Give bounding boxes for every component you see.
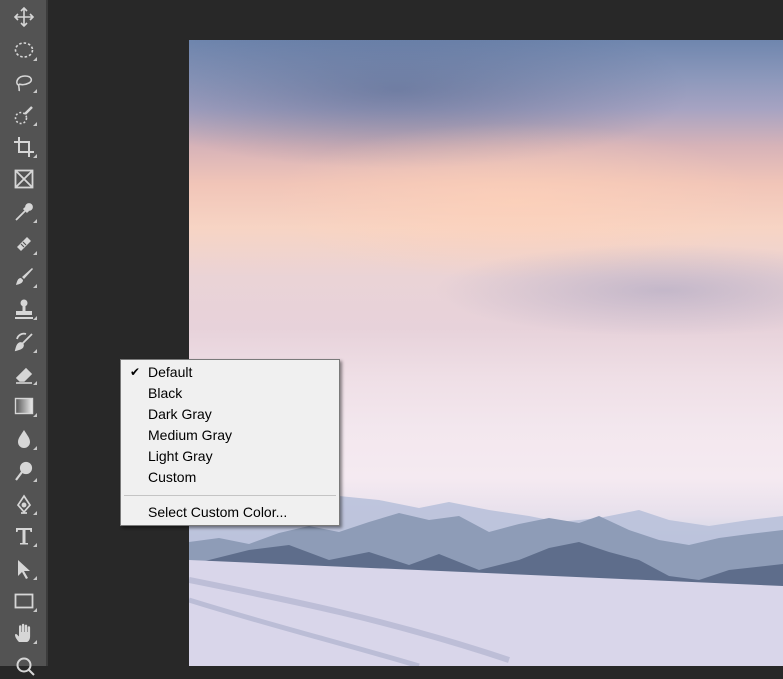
menu-item-label: Light Gray: [148, 448, 213, 464]
crop-tool-icon[interactable]: [8, 133, 40, 161]
pen-tool-icon[interactable]: [8, 490, 40, 518]
menu-item-black[interactable]: Black: [123, 383, 337, 404]
menu-item-label: Medium Gray: [148, 427, 233, 443]
brush-tool-icon[interactable]: [8, 263, 40, 291]
menu-item-custom[interactable]: Custom: [123, 467, 337, 488]
healing-brush-tool-icon[interactable]: [8, 230, 40, 258]
document-image[interactable]: [189, 40, 783, 666]
menu-item-dark-gray[interactable]: Dark Gray: [123, 404, 337, 425]
clone-stamp-tool-icon[interactable]: [8, 295, 40, 323]
path-selection-tool-icon[interactable]: [8, 555, 40, 583]
quick-selection-tool-icon[interactable]: [8, 101, 40, 129]
menu-item-default[interactable]: ✔ Default: [123, 362, 337, 383]
menu-item-medium-gray[interactable]: Medium Gray: [123, 425, 337, 446]
lasso-tool-icon[interactable]: [8, 68, 40, 96]
elliptical-marquee-tool-icon[interactable]: [8, 36, 40, 64]
landscape-image: [189, 495, 783, 666]
eyedropper-tool-icon[interactable]: [8, 198, 40, 226]
rectangle-tool-icon[interactable]: [8, 587, 40, 615]
eraser-tool-icon[interactable]: [8, 360, 40, 388]
move-tool-icon[interactable]: [8, 3, 40, 31]
frame-tool-icon[interactable]: [8, 165, 40, 193]
history-brush-tool-icon[interactable]: [8, 328, 40, 356]
menu-item-label: Dark Gray: [148, 406, 212, 422]
type-tool-icon[interactable]: [8, 522, 40, 550]
menu-item-label: Select Custom Color...: [148, 504, 288, 520]
menu-item-label: Custom: [148, 469, 197, 485]
blur-tool-icon[interactable]: [8, 425, 40, 453]
checkmark-icon: ✔: [129, 365, 141, 379]
menu-item-label: Default: [148, 364, 193, 380]
dodge-tool-icon[interactable]: [8, 457, 40, 485]
menu-item-select-custom-color[interactable]: Select Custom Color...: [123, 502, 337, 523]
hand-tool-icon[interactable]: [8, 619, 40, 647]
pasteboard-color-context-menu: ✔ Default Black Dark Gray Medium Gray Li…: [120, 359, 340, 526]
tools-panel: [0, 0, 48, 676]
gradient-tool-icon[interactable]: [8, 392, 40, 420]
menu-item-light-gray[interactable]: Light Gray: [123, 446, 337, 467]
menu-item-label: Black: [148, 385, 183, 401]
menu-separator: [124, 495, 336, 496]
zoom-tool-icon[interactable]: [8, 651, 40, 679]
